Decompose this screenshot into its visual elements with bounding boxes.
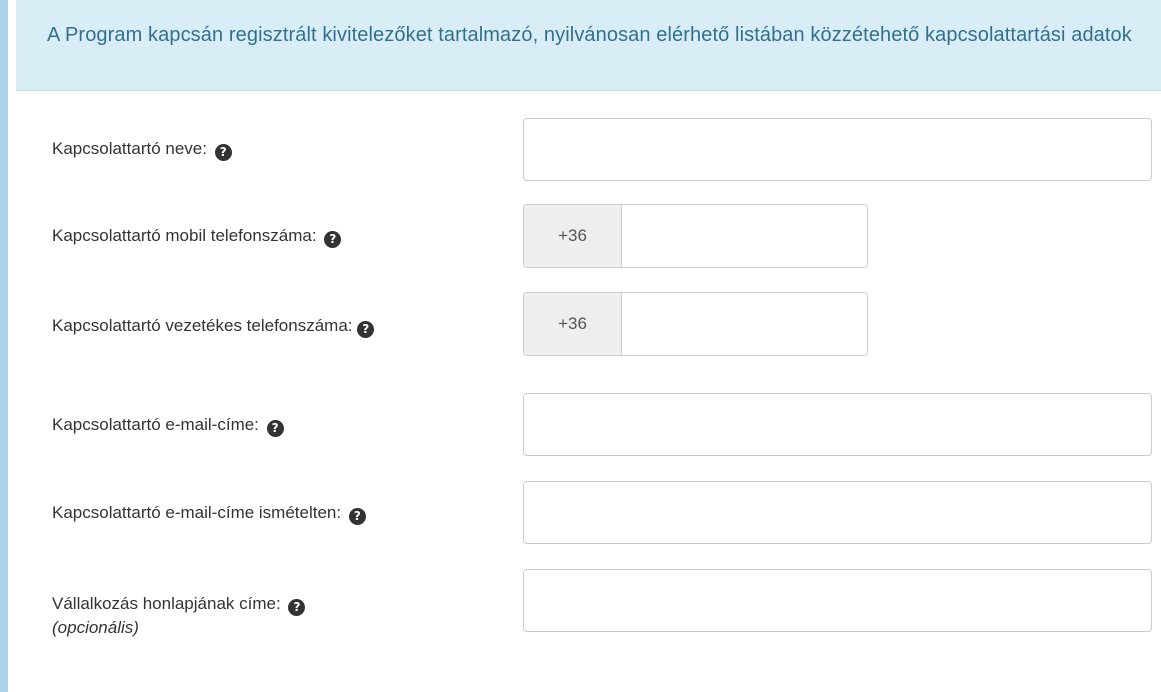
help-icon[interactable]: ? xyxy=(324,231,342,248)
mobile-phone-label: Kapcsolattartó mobil telefonszáma: ? xyxy=(52,224,492,248)
mobile-phone-group: +36 xyxy=(523,204,868,268)
landline-phone-prefix: +36 xyxy=(524,293,622,355)
email-repeat-input[interactable] xyxy=(523,481,1152,544)
email-repeat-label-text: Kapcsolattartó e-mail-címe ismételten: xyxy=(52,503,342,522)
contact-name-label: Kapcsolattartó neve: ? xyxy=(52,137,492,161)
website-input[interactable] xyxy=(523,569,1152,632)
contact-name-label-text: Kapcsolattartó neve: xyxy=(52,139,207,158)
landline-phone-group: +36 xyxy=(523,292,868,356)
email-repeat-label: Kapcsolattartó e-mail-címe ismételten: ? xyxy=(52,501,492,525)
contact-details-panel: A Program kapcsán regisztrált kivitelező… xyxy=(0,0,1161,692)
landline-phone-label-text: Kapcsolattartó vezetékes telefonszáma: xyxy=(52,316,353,335)
contact-name-input[interactable] xyxy=(523,118,1152,181)
email-label: Kapcsolattartó e-mail-címe: ? xyxy=(52,413,492,437)
mobile-phone-label-text: Kapcsolattartó mobil telefonszáma: xyxy=(52,226,317,245)
mobile-phone-prefix: +36 xyxy=(524,205,622,267)
landline-phone-label: Kapcsolattartó vezetékes telefonszáma: ? xyxy=(52,314,492,338)
email-input[interactable] xyxy=(523,393,1152,456)
landline-phone-input[interactable] xyxy=(622,293,867,355)
help-icon[interactable]: ? xyxy=(357,321,375,338)
mobile-phone-input[interactable] xyxy=(622,205,867,267)
panel-title: A Program kapcsán regisztrált kivitelező… xyxy=(16,0,1161,91)
help-icon[interactable]: ? xyxy=(288,599,306,616)
help-icon[interactable]: ? xyxy=(266,420,284,437)
help-icon[interactable]: ? xyxy=(214,144,232,161)
website-label-text: Vállalkozás honlapjának címe: xyxy=(52,594,281,613)
optional-note: (opcionális) xyxy=(52,618,139,637)
website-label: Vállalkozás honlapjának címe: ? (opcioná… xyxy=(52,592,492,640)
email-label-text: Kapcsolattartó e-mail-címe: xyxy=(52,415,259,434)
help-icon[interactable]: ? xyxy=(348,508,366,525)
